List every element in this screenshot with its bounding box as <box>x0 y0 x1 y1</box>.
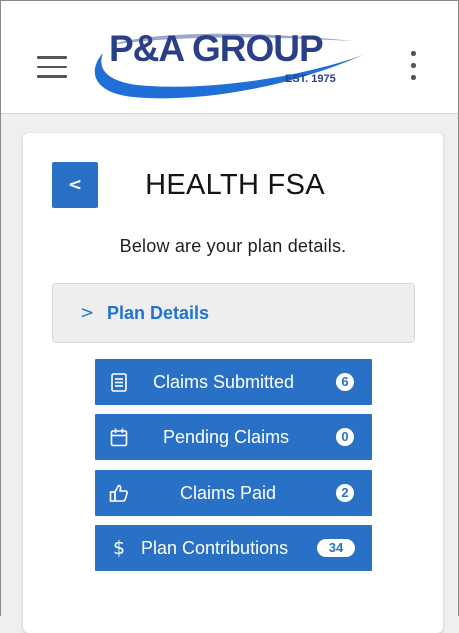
receipt-icon <box>108 371 130 393</box>
pending-claims-count: 0 <box>336 428 354 446</box>
claims-paid-button[interactable]: Claims Paid 2 <box>95 470 372 516</box>
more-options-icon[interactable] <box>405 51 421 83</box>
claims-submitted-label: Claims Submitted <box>153 372 295 392</box>
plan-contributions-button[interactable]: $ Plan Contributions 34 <box>95 525 372 571</box>
claims-submitted-button[interactable]: Claims Submitted 6 <box>95 359 372 405</box>
dollar-icon: $ <box>112 537 126 559</box>
back-button[interactable]: < <box>52 162 98 208</box>
claims-paid-label: Claims Paid <box>180 483 277 503</box>
thumbs-up-icon <box>108 482 130 504</box>
claims-submitted-count: 6 <box>336 373 354 391</box>
app-header: P&A GROUP EST. 1975 <box>1 0 458 114</box>
hamburger-menu-icon[interactable] <box>37 56 67 78</box>
svg-text:P&A GROUP: P&A GROUP <box>109 28 323 69</box>
plan-contributions-label: Plan Contributions <box>141 538 289 558</box>
calendar-icon <box>108 426 130 448</box>
plan-details-label: Plan Details <box>107 302 210 323</box>
pending-claims-button[interactable]: Pending Claims 0 <box>95 414 372 460</box>
pa-group-logo: P&A GROUP EST. 1975 <box>94 28 364 99</box>
svg-text:EST. 1975: EST. 1975 <box>285 73 336 85</box>
page-subtitle: Below are your plan details. <box>119 236 347 256</box>
plan-contributions-count: 34 <box>317 539 355 557</box>
pending-claims-label: Pending Claims <box>163 427 290 447</box>
chevron-right-icon: > <box>80 302 95 323</box>
claims-paid-count: 2 <box>336 484 354 502</box>
plan-details-toggle[interactable]: > Plan Details <box>52 283 415 343</box>
page-title: HEALTH FSA <box>145 169 325 201</box>
plan-card: < HEALTH FSA Below are your plan details… <box>23 133 443 633</box>
